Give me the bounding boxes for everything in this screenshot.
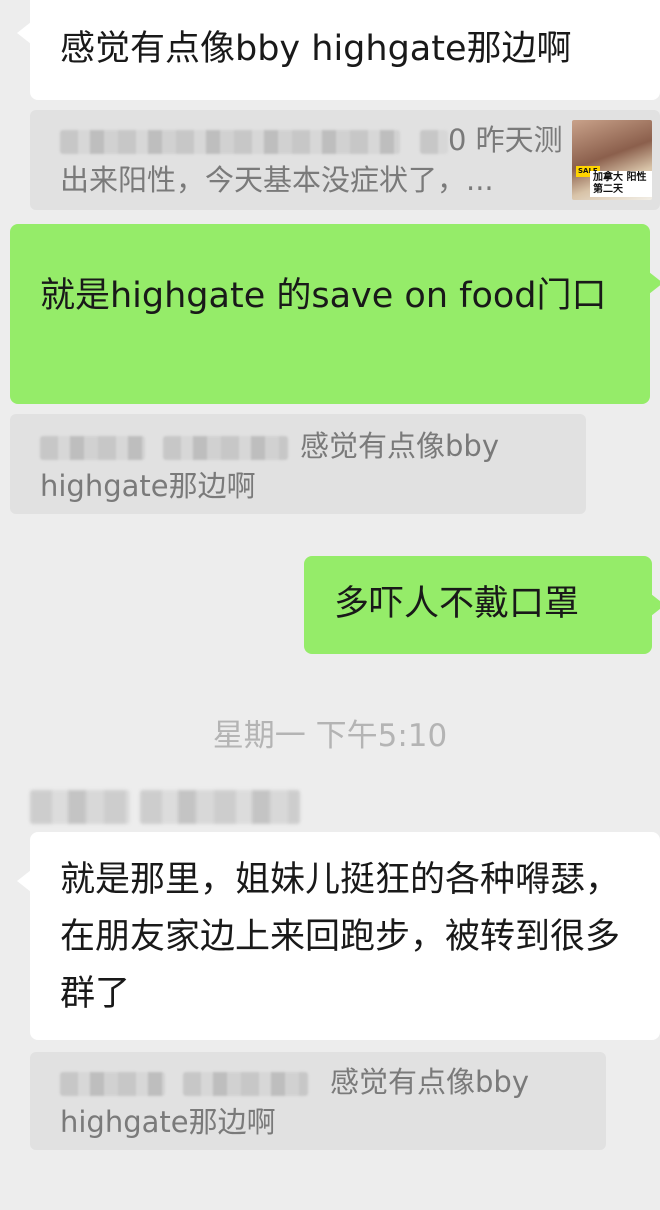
chat-timestamp: 星期一 下午5:10 <box>212 718 448 754</box>
incoming-message-bubble[interactable]: 就是那里，姐妹儿挺狂的各种嘚瑟，在朋友家边上来回跑步，被转到很多群了 <box>17 832 660 1040</box>
incoming-message-bubble[interactable]: 感觉有点像bby highgate那边啊 <box>17 0 660 100</box>
bubble-tail <box>17 870 31 892</box>
bubble-tail <box>17 22 31 44</box>
message-text: 多吓人不戴口罩 <box>334 584 580 624</box>
message-text: 就是highgate 的save on food门口 <box>40 276 607 316</box>
blurred-text <box>183 1072 308 1096</box>
quoted-message[interactable]: 0 昨天测 出来阳性，今天基本没症状了，... SALE 加拿大 阳性第二天 <box>30 110 660 210</box>
quote-text-line2: highgate那边啊 <box>60 1105 276 1139</box>
blurred-text <box>420 130 448 154</box>
quote-text-line2: highgate那边啊 <box>40 469 256 503</box>
outgoing-message-bubble[interactable]: 就是highgate 的save on food门口 <box>10 224 660 404</box>
bubble-tail <box>649 272 660 294</box>
message-text: 就是那里，姐妹儿挺狂的各种嘚瑟，在朋友家边上来回跑步，被转到很多群了 <box>60 860 621 1014</box>
blurred-sender-name <box>60 130 400 154</box>
bubble-tail <box>651 594 660 616</box>
quote-text: 感觉有点像bby <box>300 429 499 463</box>
blurred-sender-name <box>40 436 145 460</box>
quote-line: 感觉有点像bby <box>40 426 586 466</box>
quote-text: 0 昨天测 <box>448 123 563 157</box>
outgoing-message-bubble[interactable]: 多吓人不戴口罩 <box>304 556 660 654</box>
message-text: 感觉有点像bby highgate那边啊 <box>60 29 572 69</box>
blurred-sender-name <box>140 790 300 824</box>
blurred-sender-name <box>60 1072 165 1096</box>
blurred-sender-name <box>30 790 130 824</box>
quote-text: 感觉有点像bby <box>330 1065 529 1099</box>
quoted-message[interactable]: 感觉有点像bby highgate那边啊 <box>30 1052 606 1150</box>
thumbnail-caption: 加拿大 阳性第二天 <box>590 171 652 197</box>
quote-text-line2: 出来阳性，今天基本没症状了，... <box>60 163 494 197</box>
blurred-text <box>163 436 288 460</box>
quote-line: 0 昨天测 <box>60 120 660 160</box>
quote-line: 感觉有点像bby <box>60 1062 606 1102</box>
quoted-message[interactable]: 感觉有点像bby highgate那边啊 <box>10 414 586 514</box>
video-thumbnail[interactable]: SALE 加拿大 阳性第二天 <box>572 120 652 200</box>
